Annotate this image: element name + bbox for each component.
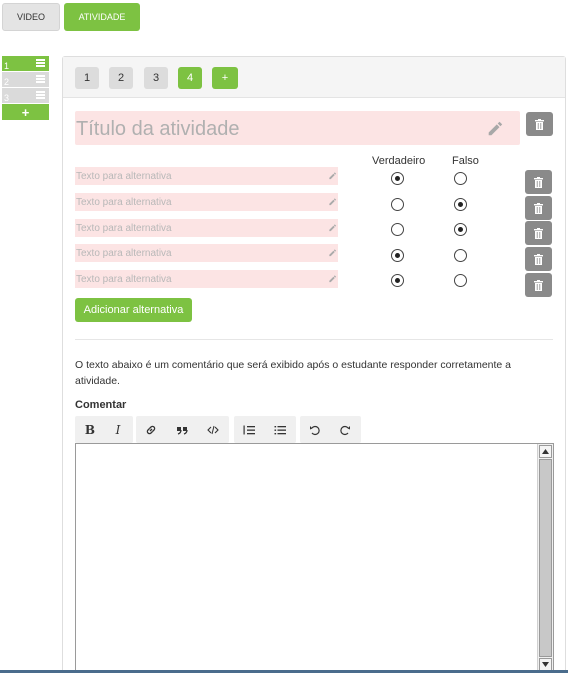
bullet-list-button[interactable] <box>265 416 295 443</box>
insert-group <box>136 416 229 443</box>
pencil-icon <box>329 172 337 180</box>
alternative-placeholder: Texto para alternativa <box>76 197 172 208</box>
quote-icon <box>177 426 188 435</box>
alternative-input[interactable]: Texto para alternativa <box>75 193 338 211</box>
history-group <box>300 416 361 443</box>
add-slide-button[interactable]: + <box>2 104 49 120</box>
slides-sidebar: 1 2 3 + <box>2 56 49 120</box>
comment-editor[interactable] <box>75 443 554 673</box>
alternative-input[interactable]: Texto para alternativa <box>75 167 338 185</box>
list-icon <box>36 75 45 83</box>
delete-alternative-button[interactable] <box>525 221 552 245</box>
false-radio[interactable] <box>454 274 467 287</box>
sidebar-item-label: 1 <box>4 61 10 71</box>
delete-title-button[interactable] <box>526 112 553 136</box>
pencil-icon <box>329 224 337 232</box>
redo-button[interactable] <box>330 416 360 443</box>
question-button-1[interactable]: 1 <box>75 67 99 89</box>
editor-scrollbar[interactable] <box>537 444 553 672</box>
comment-label: Comentar <box>75 399 127 411</box>
false-column-label: Falso <box>452 155 479 167</box>
false-radio[interactable] <box>454 198 467 211</box>
scroll-up-button[interactable] <box>539 445 552 458</box>
delete-alternative-button[interactable] <box>525 196 552 220</box>
code-icon <box>207 425 219 434</box>
divider <box>75 339 553 340</box>
link-button[interactable] <box>136 416 166 443</box>
add-alternative-button[interactable]: Adicionar alternativa <box>75 298 192 322</box>
trash-icon <box>534 279 543 291</box>
tab-atividade[interactable]: ATIVIDADE <box>64 3 140 31</box>
sidebar-item-label: 2 <box>4 77 10 87</box>
alternative-placeholder: Texto para alternativa <box>76 274 172 285</box>
bullet-list-icon <box>274 425 286 434</box>
question-button-3[interactable]: 3 <box>144 67 168 89</box>
false-radio[interactable] <box>454 249 467 262</box>
add-question-button[interactable]: + <box>212 67 238 89</box>
question-button-4[interactable]: 4 <box>178 67 202 89</box>
true-radio[interactable] <box>391 274 404 287</box>
arrow-up-icon <box>542 449 549 454</box>
code-button[interactable] <box>198 416 228 443</box>
list-icon <box>36 59 45 67</box>
trash-icon <box>535 118 544 130</box>
list-group <box>234 416 296 443</box>
false-radio[interactable] <box>454 223 467 236</box>
sidebar-item-3[interactable]: 3 <box>2 88 49 104</box>
trash-icon <box>534 253 543 265</box>
format-group: B I <box>75 416 133 443</box>
alternative-placeholder: Texto para alternativa <box>76 171 172 182</box>
trash-icon <box>534 176 543 188</box>
false-radio[interactable] <box>454 172 467 185</box>
true-radio[interactable] <box>391 172 404 185</box>
scroll-thumb[interactable] <box>539 459 552 657</box>
ordered-list-icon <box>243 425 255 434</box>
question-button-2[interactable]: 2 <box>109 67 133 89</box>
tab-video[interactable]: VIDEO <box>2 3 60 31</box>
pencil-icon <box>329 198 337 206</box>
link-icon <box>146 425 156 434</box>
true-column-label: Verdadeiro <box>372 155 426 167</box>
title-input[interactable]: Título da atividade <box>75 111 520 145</box>
true-radio[interactable] <box>391 198 404 211</box>
pencil-icon <box>329 249 337 257</box>
pencil-icon <box>488 121 503 136</box>
alternative-input[interactable]: Texto para alternativa <box>75 270 338 288</box>
sidebar-item-1[interactable]: 1 <box>2 56 49 72</box>
blockquote-button[interactable] <box>167 416 197 443</box>
list-icon <box>36 91 45 99</box>
ordered-list-button[interactable] <box>234 416 264 443</box>
alternative-input[interactable]: Texto para alternativa <box>75 244 338 262</box>
bold-button[interactable]: B <box>75 416 105 443</box>
italic-button[interactable]: I <box>103 416 133 443</box>
pencil-icon <box>329 275 337 283</box>
true-radio[interactable] <box>391 223 404 236</box>
undo-button[interactable] <box>300 416 330 443</box>
sidebar-item-2[interactable]: 2 <box>2 72 49 88</box>
redo-icon <box>340 425 350 435</box>
alternative-placeholder: Texto para alternativa <box>76 248 172 259</box>
title-placeholder: Título da atividade <box>76 118 240 140</box>
activity-panel: 1 2 3 4 + Título da atividade Verdadeiro… <box>62 56 566 673</box>
question-nav: 1 2 3 4 + <box>63 57 565 98</box>
delete-alternative-button[interactable] <box>525 273 552 297</box>
arrow-down-icon <box>542 662 549 667</box>
alternative-placeholder: Texto para alternativa <box>76 223 172 234</box>
sidebar-item-label: 3 <box>4 93 10 103</box>
trash-icon <box>534 202 543 214</box>
true-radio[interactable] <box>391 249 404 262</box>
trash-icon <box>534 227 543 239</box>
undo-icon <box>310 425 320 435</box>
delete-alternative-button[interactable] <box>525 170 552 194</box>
comment-description: O texto abaixo é um comentário que será … <box>75 359 512 387</box>
delete-alternative-button[interactable] <box>525 247 552 271</box>
alternative-input[interactable]: Texto para alternativa <box>75 219 338 237</box>
